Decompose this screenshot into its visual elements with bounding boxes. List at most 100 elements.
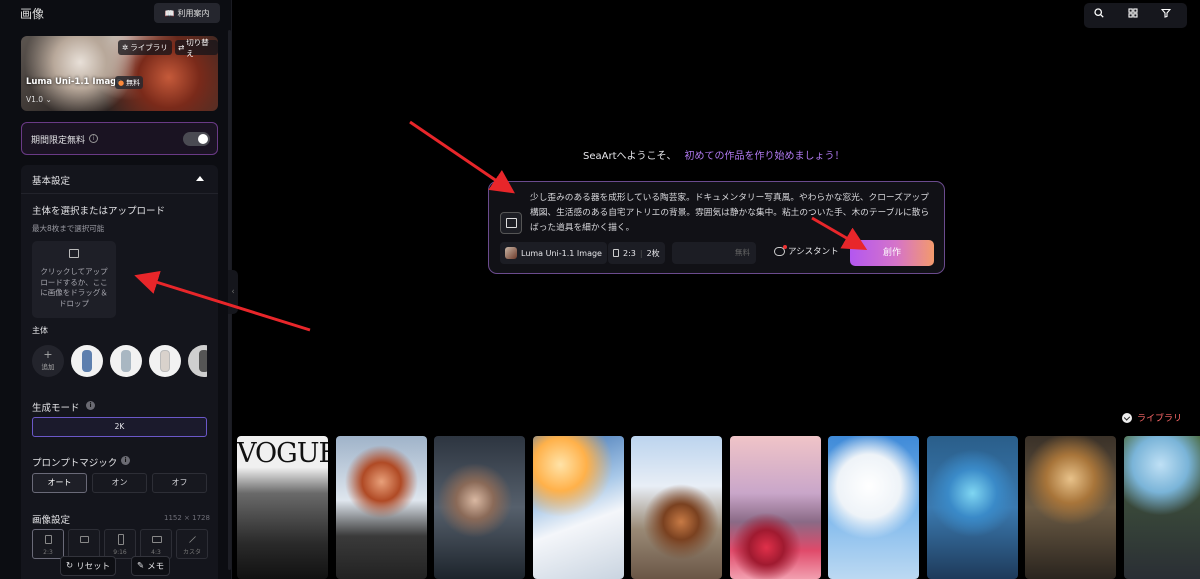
image-icon: [69, 249, 79, 258]
subject-label: 主体: [32, 326, 48, 335]
annotation-arrow-prompt: [409, 120, 515, 194]
basic-settings-title: 基本設定: [32, 176, 71, 187]
ratio-option[interactable]: 4:3: [140, 529, 172, 559]
plus-icon: +: [43, 348, 53, 361]
chip-separator: |: [639, 248, 643, 258]
search-icon[interactable]: [1090, 7, 1108, 24]
gallery-thumbnail[interactable]: [434, 436, 525, 579]
gallery-thumbnail[interactable]: [828, 436, 919, 579]
welcome-text: SeaArtへようこそ、: [583, 151, 677, 162]
resolution-option[interactable]: 2K: [32, 417, 207, 437]
gallery-thumbnail[interactable]: [533, 436, 624, 579]
ratio-option[interactable]: [68, 529, 100, 559]
subject-avatar[interactable]: [110, 345, 142, 377]
max-select-hint: 最大8枚まで選択可能: [32, 224, 105, 233]
ratio-option[interactable]: カスタ: [176, 529, 208, 559]
sidebar-title: 画像: [20, 7, 45, 21]
prompt-magic-on[interactable]: オン: [92, 473, 147, 493]
subject-avatar[interactable]: [149, 345, 181, 377]
upload-instructions: クリックしてアップロードするか、ここに画像をドラッグ＆ドロップ: [40, 267, 108, 308]
example-gallery: VOGUE: [237, 436, 1200, 579]
info-icon[interactable]: i: [86, 401, 95, 410]
assistant-label: アシスタント: [788, 247, 839, 257]
chat-bubble-icon: [774, 244, 787, 256]
prompt-input[interactable]: 少し歪みのある器を成形している陶芸家。ドキュメンタリー写真風。やわらかな窓光、ク…: [530, 191, 930, 236]
prompt-magic-off[interactable]: オフ: [152, 473, 207, 493]
ratio-option[interactable]: 2:3: [32, 529, 64, 559]
generation-mode-label: 生成モード: [32, 403, 80, 414]
filter-icon[interactable]: [1157, 7, 1175, 24]
model-name: Luma Uni-1.1 Image: [26, 77, 123, 87]
create-button[interactable]: 創作: [850, 240, 934, 266]
model-switch-button[interactable]: ⇄ 切り替え: [175, 38, 218, 58]
add-subject-button[interactable]: + 追加: [32, 345, 64, 377]
image-upload-dropzone[interactable]: クリックしてアップロードするか、ここに画像をドラッグ＆ドロップ: [32, 241, 116, 318]
info-icon[interactable]: i: [121, 456, 130, 465]
prompt-magic-auto[interactable]: オート: [32, 473, 87, 493]
reset-label: リセット: [76, 562, 111, 572]
gallery-thumbnail[interactable]: VOGUE: [237, 436, 328, 579]
gallery-thumbnail[interactable]: [1025, 436, 1116, 579]
model-switch-label: 切り替え: [186, 37, 209, 58]
memo-button[interactable]: ✎ メモ: [131, 556, 171, 576]
model-card[interactable]: ✲ ライブラリ ⇄ 切り替え Luma Uni-1.1 Image ● 無料 V…: [21, 36, 218, 111]
ratio-chip-label: 2:3: [623, 248, 636, 258]
usage-guide-button[interactable]: 📖 利用案内: [154, 3, 220, 23]
reset-icon: ↻: [66, 561, 74, 571]
ratio-option[interactable]: 9:16: [104, 529, 136, 559]
model-version[interactable]: V1.0 ⌄: [26, 95, 52, 104]
divider: [21, 193, 218, 194]
basic-settings-panel: 基本設定 主体を選択またはアップロード 最大8枚まで選択可能 クリックしてアップ…: [21, 165, 218, 579]
image-size: 1152 × 1728: [164, 514, 210, 522]
top-toolbar: [1084, 3, 1187, 28]
subject-upload-label: 主体を選択またはアップロード: [32, 206, 166, 217]
book-icon: 📖: [164, 8, 175, 18]
count-chip-label: 2枚: [646, 248, 660, 258]
subject-avatar[interactable]: [188, 345, 207, 377]
gallery-thumbnail[interactable]: [927, 436, 1018, 579]
gallery-thumbnail[interactable]: [730, 436, 821, 579]
add-reference-image-button[interactable]: [500, 212, 522, 234]
sidebar-collapse-handle[interactable]: ‹: [228, 270, 238, 314]
model-thumbnail: [505, 247, 517, 259]
library-icon: ✲: [122, 43, 129, 52]
memo-icon: ✎: [137, 561, 145, 571]
ratio-count-chip[interactable]: 2:3 | 2枚: [608, 242, 665, 264]
model-library-label: ライブラリ: [130, 43, 168, 52]
reset-button[interactable]: ↻ リセット: [60, 556, 117, 576]
welcome-message: SeaArtへようこそ、 初めての作品を作り始めましょう！: [583, 147, 845, 162]
gallery-thumbnail[interactable]: [631, 436, 722, 579]
limited-free-toggle[interactable]: [183, 132, 210, 146]
usage-guide-label: 利用案内: [177, 8, 210, 18]
model-chip-label: Luma Uni-1.1 Image: [521, 248, 602, 258]
limited-free-label: 期間限定無料: [31, 136, 86, 146]
prompt-magic-label: プロンプトマジック: [32, 458, 118, 469]
flame-icon: ●: [118, 78, 125, 87]
model-selector-chip[interactable]: Luma Uni-1.1 Image: [500, 242, 607, 264]
subject-avatar[interactable]: [71, 345, 103, 377]
aspect-ratio-options: 2:3 9:16 4:3 カスタ: [32, 529, 208, 559]
info-icon[interactable]: i: [89, 134, 98, 143]
grid-view-icon[interactable]: [1124, 7, 1142, 24]
prompt-box: 少し歪みのある器を成形している陶芸家。ドキュメンタリー写真風。やわらかな窓光、ク…: [488, 181, 945, 274]
cost-indicator: 無料: [672, 242, 756, 264]
free-badge-label: 無料: [126, 78, 141, 87]
assistant-button[interactable]: アシスタント: [774, 244, 839, 257]
gallery-thumbnail[interactable]: [336, 436, 427, 579]
library-link-label: ライブラリ: [1137, 414, 1183, 424]
welcome-cta: 初めての作品を作り始めましょう！: [684, 151, 845, 162]
model-library-button[interactable]: ✲ ライブラリ: [118, 40, 172, 55]
sidebar-header: 画像 📖 利用案内: [0, 0, 232, 30]
sidebar-bottom-bar: ↻ リセット ✎ メモ: [60, 556, 190, 576]
check-circle-icon: [1122, 412, 1132, 423]
limited-free-panel: 期間限定無料 i: [21, 122, 218, 155]
image-settings-label: 画像設定: [32, 515, 71, 526]
ratio-icon: [613, 249, 619, 257]
gallery-thumbnail[interactable]: [1124, 436, 1200, 579]
collapse-caret-icon[interactable]: [196, 176, 204, 181]
memo-label: メモ: [147, 562, 165, 572]
image-plus-icon: [506, 218, 517, 228]
library-link[interactable]: ライブラリ: [1122, 411, 1182, 424]
vogue-masthead: VOGUE: [237, 438, 328, 469]
switch-icon: ⇄: [178, 43, 185, 52]
